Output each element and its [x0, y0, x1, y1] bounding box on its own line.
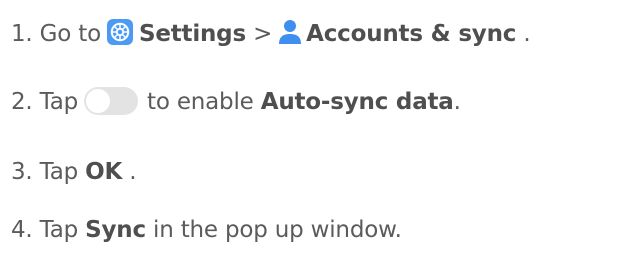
auto-sync-data-label: Auto-sync data: [260, 89, 454, 115]
path-separator: >: [253, 21, 273, 47]
step-prefix: Tap: [39, 89, 79, 115]
toggle-switch-icon: [84, 87, 139, 115]
toggle-knob: [86, 89, 111, 113]
instruction-step-2: 2. Tap to enable Auto-sync data.: [11, 85, 461, 119]
sync-label: Sync: [85, 217, 146, 243]
settings-gear-icon: [106, 19, 133, 45]
step-number: 2.: [11, 89, 33, 115]
step-prefix: Tap: [39, 159, 79, 185]
person-icon: [278, 19, 302, 45]
step-suffix: .: [129, 159, 137, 185]
step-middle-text: to enable: [147, 89, 254, 115]
step-number: 3.: [11, 159, 33, 185]
step-number: 4.: [11, 217, 33, 243]
settings-label: Settings: [138, 21, 246, 47]
step-prefix: Go to: [39, 21, 101, 47]
instruction-step-1: 1. Go to Settings > Accounts & sync .: [11, 17, 531, 51]
step-suffix: .: [453, 89, 461, 115]
ok-label: OK: [85, 159, 123, 185]
step-number: 1.: [11, 21, 33, 47]
instruction-step-4: 4. Tap Sync in the pop up window.: [11, 213, 402, 247]
step-suffix: in the pop up window.: [153, 217, 402, 243]
instruction-step-3: 3. Tap OK .: [11, 155, 137, 189]
accounts-sync-label: Accounts & sync: [306, 21, 517, 47]
step-prefix: Tap: [39, 217, 79, 243]
step-suffix: .: [523, 21, 531, 47]
